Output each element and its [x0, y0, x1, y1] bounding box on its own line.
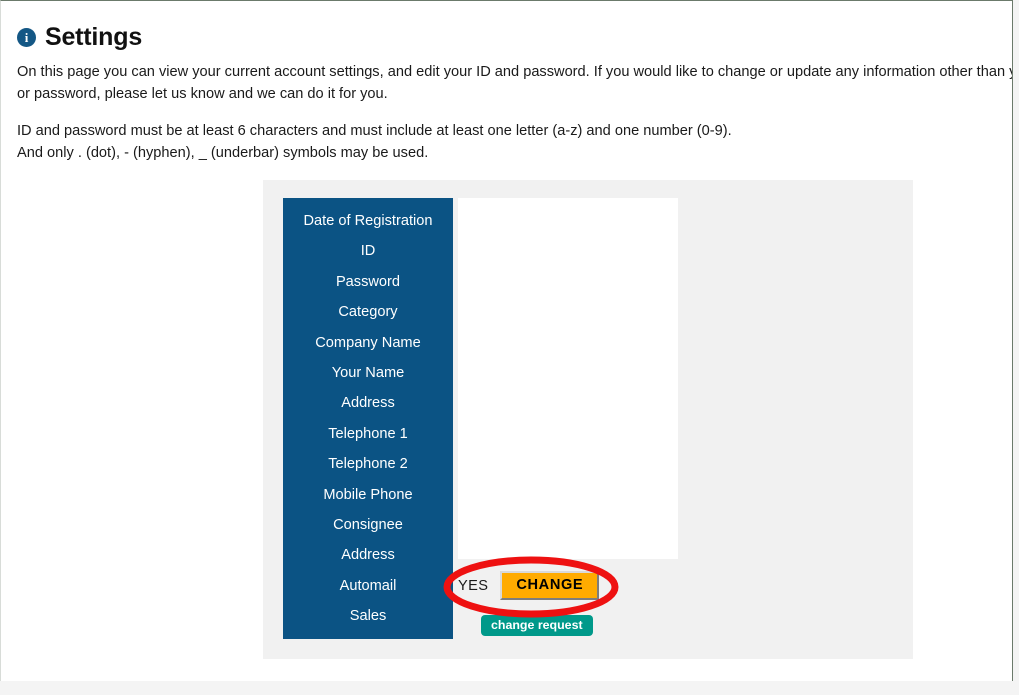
field-label-telephone-1: Telephone 1 — [328, 425, 408, 442]
settings-panel: Date of Registration ID Password Categor… — [263, 180, 913, 659]
change-button[interactable]: CHANGE — [500, 571, 600, 601]
confirm-label: YES — [458, 577, 489, 594]
field-label-consignee-address: Address — [341, 547, 395, 564]
password-rules-line-1: ID and password must be at least 6 chara… — [17, 123, 732, 139]
field-value-column — [458, 198, 678, 559]
intro-text-line-2: or password, please let us know and we c… — [17, 86, 388, 102]
field-label-your-name: Your Name — [331, 364, 405, 381]
field-label-date-of-registration: Date of Registration — [303, 213, 433, 229]
page-title: Settings — [45, 23, 143, 51]
field-label-id: ID — [360, 243, 376, 260]
info-icon: i — [17, 28, 36, 47]
field-label-password: Password — [335, 273, 401, 290]
field-label-consignee: Consignee — [333, 516, 403, 533]
field-label-telephone-2: Telephone 2 — [328, 456, 408, 473]
page-heading: i Settings — [17, 25, 142, 50]
intro-text-line-1: On this page you can view your current a… — [17, 64, 1013, 80]
password-rules-line-2: And only . (dot), - (hyphen), _ (underba… — [17, 145, 429, 161]
field-label-column: Date of Registration ID Password Categor… — [283, 198, 453, 639]
field-label-automail: Automail — [339, 577, 397, 594]
status-badge: change request — [481, 615, 593, 637]
field-label-mobile-phone: Mobile Phone — [323, 486, 413, 503]
page-content-frame: i Settings On this page you can view you… — [0, 0, 1013, 681]
field-label-category: Category — [338, 304, 398, 321]
field-label-company-name: Company Name — [315, 334, 421, 351]
action-row: YES CHANGE — [458, 571, 600, 601]
field-label-address: Address — [341, 395, 395, 412]
field-label-sales: Sales — [349, 608, 387, 625]
